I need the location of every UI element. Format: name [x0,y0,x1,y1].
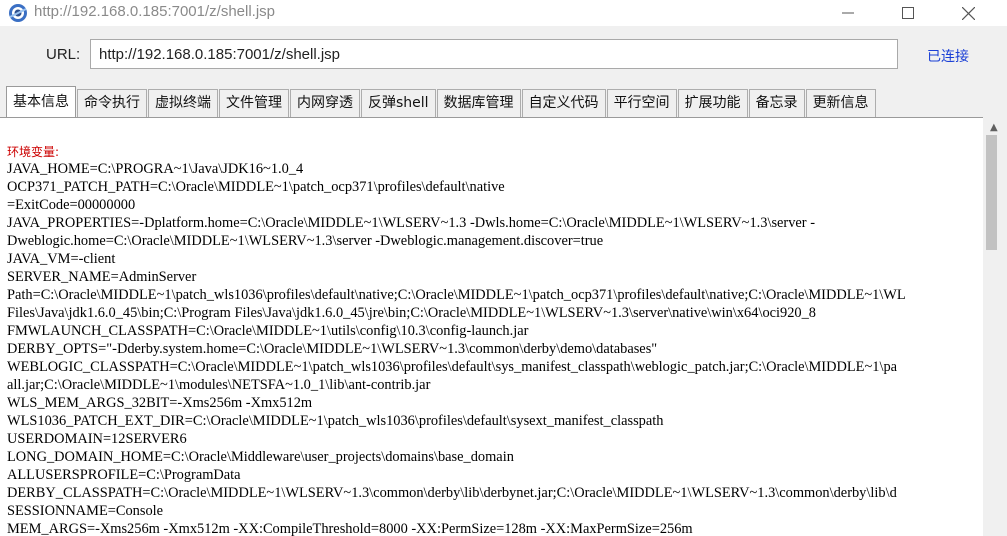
scroll-thumb[interactable] [986,135,997,250]
env-variable-line: WEBLOGIC_CLASSPATH=C:\Oracle\MIDDLE~1\pa… [7,359,898,375]
url-label: URL: [46,46,81,63]
tab-database-manager[interactable]: 数据库管理 [436,89,521,117]
env-variable-line: MEM_ARGS=-Xms256m -Xmx512m -XX:CompileTh… [7,521,693,536]
connection-status: 已连接 [927,49,969,65]
env-variable-line: Path=C:\Oracle\MIDDLE~1\patch_wls1036\pr… [7,287,906,303]
minimize-button[interactable] [825,0,871,26]
env-variable-line: SESSIONNAME=Console [7,503,164,519]
env-variable-line: USERDOMAIN=12SERVER6 [7,431,187,447]
env-info-panel: 环境变量: JAVA_HOME=C:\PROGRA~1\Java\JDK16~1… [0,117,983,536]
tab-command-exec[interactable]: 命令执行 [77,89,147,117]
scroll-up-arrow-icon[interactable]: ▲ [990,122,998,133]
tab-bar: 基本信息 命令执行 虚拟终端 文件管理 内网穿透 反弹shell 数据库管理 自… [6,86,877,117]
tab-update-info[interactable]: 更新信息 [805,89,876,117]
env-variable-line: SERVER_NAME=AdminServer [7,269,197,285]
env-variable-line: ALLUSERSPROFILE=C:\ProgramData [7,467,241,483]
env-variable-line: Files\Java\jdk1.6.0_45\bin;C:\Program Fi… [7,305,817,321]
vertical-scrollbar[interactable]: ▲ [983,117,1007,536]
env-variable-line: OCP371_PATCH_PATH=C:\Oracle\MIDDLE~1\pat… [7,179,505,195]
tab-memo[interactable]: 备忘录 [748,89,805,117]
title-bar: http://192.168.0.185:7001/z/shell.jsp [0,0,1007,26]
url-input[interactable] [90,39,898,69]
env-variable-line: FMWLAUNCH_CLASSPATH=C:\Oracle\MIDDLE~1\u… [7,323,529,339]
env-variable-line: JAVA_HOME=C:\PROGRA~1\Java\JDK16~1.0_4 [7,161,304,177]
url-bar: URL: 已连接 [0,26,1007,84]
env-variable-line: WLS1036_PATCH_EXT_DIR=C:\Oracle\MIDDLE~1… [7,413,664,429]
app-logo-icon [8,3,28,23]
tab-virtual-terminal[interactable]: 虚拟终端 [148,89,218,117]
maximize-icon [902,7,914,19]
env-heading: 环境变量: [7,145,60,159]
env-variable-line: LONG_DOMAIN_HOME=C:\Oracle\Middleware\us… [7,449,514,465]
env-variable-line: WLS_MEM_ARGS_32BIT=-Xms256m -Xmx512m [7,395,313,411]
tab-intranet-tunnel[interactable]: 内网穿透 [290,89,360,117]
env-variable-line: DERBY_CLASSPATH=C:\Oracle\MIDDLE~1\WLSER… [7,485,897,501]
maximize-button[interactable] [885,0,931,26]
close-icon [961,6,975,20]
env-variable-line: all.jar;C:\Oracle\MIDDLE~1\modules\NETSF… [7,377,431,393]
minimize-icon [842,12,854,14]
tab-parallel-space[interactable]: 平行空间 [606,89,677,117]
window-title: http://192.168.0.185:7001/z/shell.jsp [34,3,276,20]
tab-basic-info[interactable]: 基本信息 [6,86,76,117]
tab-reverse-shell[interactable]: 反弹shell [361,89,436,117]
tab-file-manager[interactable]: 文件管理 [219,89,289,117]
close-button[interactable] [945,0,991,26]
env-variable-line: JAVA_VM=-client [7,251,116,267]
env-variable-line: JAVA_PROPERTIES=-Dplatform.home=C:\Oracl… [7,215,815,231]
tab-custom-code[interactable]: 自定义代码 [521,89,606,117]
tab-extensions[interactable]: 扩展功能 [677,89,748,117]
env-variable-list: JAVA_HOME=C:\PROGRA~1\Java\JDK16~1.0_4 OC… [7,160,906,536]
env-variable-line: Dweblogic.home=C:\Oracle\MIDDLE~1\WLSERV… [7,233,604,249]
app-window: http://192.168.0.185:7001/z/shell.jsp UR… [0,0,1007,536]
env-variable-line: DERBY_OPTS="-Dderby.system.home=C:\Oracl… [7,341,658,357]
env-variable-line: =ExitCode=00000000 [7,197,136,213]
